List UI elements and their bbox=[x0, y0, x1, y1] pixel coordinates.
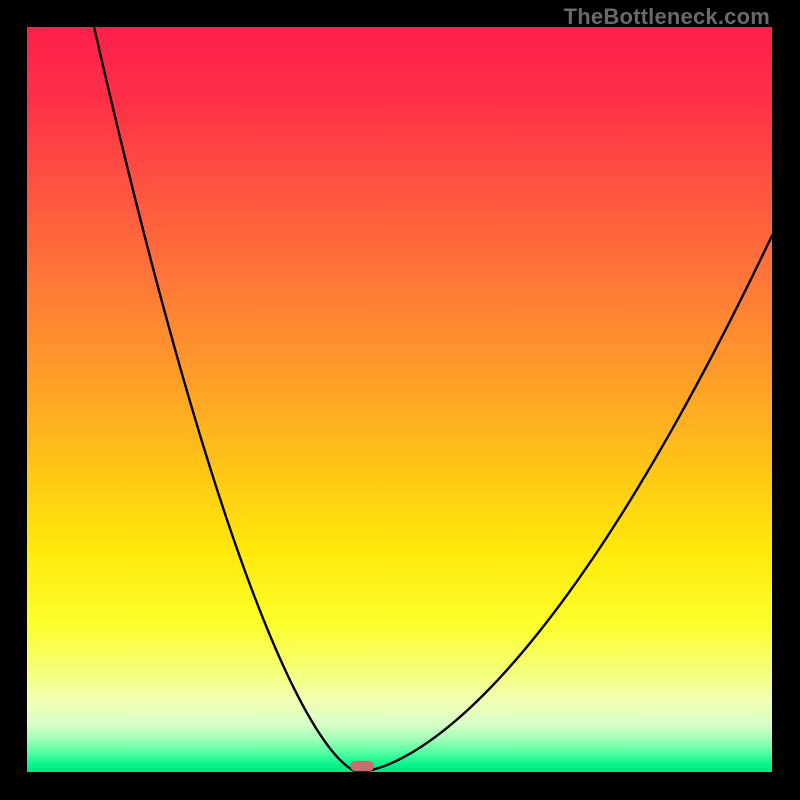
notch-marker bbox=[350, 761, 374, 771]
chart-frame: TheBottleneck.com bbox=[0, 0, 800, 800]
bottleneck-curve-chart bbox=[27, 27, 772, 772]
gradient-background bbox=[27, 27, 772, 772]
plot-area bbox=[27, 27, 772, 772]
